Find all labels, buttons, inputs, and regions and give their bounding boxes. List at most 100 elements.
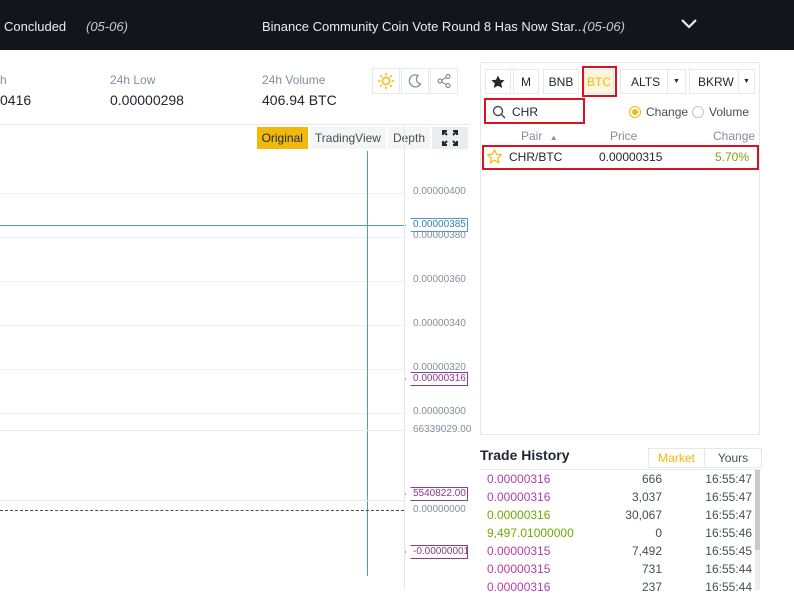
pane-divider — [0, 500, 404, 501]
trade-amount: 731 — [641, 562, 662, 576]
radio-selected-icon — [629, 106, 641, 118]
caret-down-icon: ▼ — [667, 70, 685, 93]
column-header-pair[interactable]: Pair ▲ — [521, 129, 558, 143]
sun-icon — [378, 73, 394, 89]
tab-alts-label: ALTS — [631, 74, 661, 89]
trade-row: 0.00000316 237 16:55:44 — [480, 580, 752, 598]
trade-time: 16:55:45 — [705, 544, 752, 558]
volume-tag: 5540822.00 — [405, 487, 468, 501]
pane-divider — [0, 430, 404, 431]
trade-amount: 666 — [641, 472, 662, 486]
trade-row: 0.00000316 666 16:55:47 — [480, 472, 752, 490]
macd-axis-label: 0.00000000 — [413, 504, 466, 515]
trade-time: 16:55:44 — [705, 562, 752, 576]
price-tick: 0.00000360 — [413, 274, 466, 285]
current-price-tag: 0.00000385 — [405, 218, 468, 232]
price-tick: 0.00000340 — [413, 318, 466, 329]
tab-bnb[interactable]: BNB — [543, 69, 579, 94]
market-panel: M BNB BTC ALTS ▼ BKRW ▼ Change Volume Pa… — [480, 62, 760, 435]
macd-zero-line — [0, 510, 404, 511]
light-theme-button[interactable] — [372, 68, 400, 94]
trade-price: 0.00000316 — [487, 490, 551, 504]
trade-row: 0.00000315 7,492 16:55:45 — [480, 544, 752, 562]
trade-price: 0.00000316 — [487, 508, 551, 522]
column-header-pair-label: Pair — [521, 129, 543, 143]
tab-favorites[interactable] — [485, 69, 511, 94]
volume-axis-label: 66339029.00 — [413, 424, 472, 435]
trade-time: 16:55:44 — [705, 580, 752, 594]
price-tick: 0.00000320 — [413, 362, 466, 373]
trade-row: 0.00000315 731 16:55:44 — [480, 562, 752, 580]
column-header-price[interactable]: Price — [610, 129, 637, 143]
tab-yours[interactable]: Yours — [705, 449, 761, 467]
highlight-box — [484, 98, 585, 124]
stat-value: 0416 — [0, 92, 32, 108]
stat-value: 0.00000298 — [110, 92, 184, 108]
chevron-down-icon[interactable] — [679, 14, 699, 34]
chart-plot-area[interactable] — [0, 151, 404, 576]
tab-original[interactable]: Original — [256, 127, 308, 149]
trade-row: 0.00000316 30,067 16:55:47 — [480, 508, 752, 526]
tab-market[interactable]: Market — [649, 449, 705, 467]
column-header-change[interactable]: Change — [713, 129, 755, 143]
radio-volume-label: Volume — [709, 105, 750, 119]
crosshair-vertical-line — [367, 151, 368, 576]
announcement-link[interactable]: Concluded — [4, 19, 66, 34]
tab-tradingview[interactable]: TradingView — [309, 127, 386, 149]
trade-time: 16:55:46 — [705, 526, 752, 540]
tab-margin[interactable]: M — [513, 69, 539, 94]
announcement-date: (05-06) — [583, 19, 625, 34]
price-tick: 0.00000400 — [413, 186, 466, 197]
announcement-bar: Concluded (05-06) Binance Community Coin… — [0, 0, 794, 50]
stat-label: 24h Low — [110, 73, 156, 87]
highlight-box — [482, 145, 759, 170]
trade-time: 16:55:47 — [705, 472, 752, 486]
last-price-tag: 0.00000316 — [405, 372, 468, 386]
stat-label: 24h Volume — [262, 73, 326, 87]
trade-amount: 7,492 — [631, 544, 662, 558]
chart-panel: Original TradingView Depth 0.00000400 0.… — [0, 124, 472, 590]
announcement-link[interactable]: Binance Community Coin Vote Round 8 Has … — [262, 19, 585, 34]
highlight-box — [582, 66, 617, 97]
radio-volume[interactable]: Volume — [692, 105, 749, 119]
share-icon — [437, 73, 451, 89]
announcement-date: (05-06) — [86, 19, 128, 34]
crosshair-horizontal-line — [0, 225, 404, 226]
trade-history-title: Trade History — [480, 447, 570, 463]
caret-down-icon: ▼ — [738, 70, 754, 93]
stat-value: 406.94 BTC — [262, 92, 337, 108]
tab-bkrw-label: BKRW — [698, 74, 734, 89]
tab-alts[interactable]: ALTS ▼ — [620, 69, 686, 94]
price-tick: 0.00000300 — [413, 406, 466, 417]
price-axis[interactable]: 0.00000400 0.00000380 0.00000360 0.00000… — [404, 125, 472, 590]
radio-change[interactable]: Change — [629, 105, 688, 119]
macd-tag: -0.00000001 — [405, 545, 468, 559]
sort-up-icon: ▲ — [549, 133, 558, 142]
share-button[interactable] — [430, 68, 458, 94]
trade-amount: 237 — [641, 580, 662, 594]
trade-amount: 30,067 — [625, 508, 662, 522]
star-icon — [491, 75, 505, 88]
trade-price: 0.00000316 — [487, 580, 551, 594]
trade-history-tabs: Market Yours — [648, 448, 762, 468]
scrollbar[interactable] — [755, 470, 760, 590]
dark-theme-button[interactable] — [401, 68, 429, 94]
trade-price: 0.00000315 — [487, 544, 551, 558]
moon-icon — [408, 74, 422, 88]
radio-empty-icon — [692, 106, 704, 118]
trade-row: 0.00000316 3,037 16:55:47 — [480, 490, 752, 508]
trade-row: 9,497.01000000 0 16:55:46 — [480, 526, 752, 544]
trade-price: 0.00000316 — [487, 472, 551, 486]
trade-amount: 3,037 — [631, 490, 662, 504]
trade-time: 16:55:47 — [705, 508, 752, 522]
scrollbar-thumb[interactable] — [755, 470, 760, 550]
trade-amount: 0 — [655, 526, 662, 540]
trade-price: 9,497.01000000 — [487, 526, 574, 540]
trade-history-panel: Trade History Market Yours 0.00000316 666… — [480, 446, 762, 594]
trade-time: 16:55:47 — [705, 490, 752, 504]
tab-bkrw[interactable]: BKRW ▼ — [689, 69, 755, 94]
radio-change-label: Change — [646, 105, 689, 119]
trade-history-list[interactable]: 0.00000316 666 16:55:47 0.00000316 3,037 16:5… — [480, 469, 760, 594]
stat-label: h — [0, 73, 7, 87]
trade-price: 0.00000315 — [487, 562, 551, 576]
